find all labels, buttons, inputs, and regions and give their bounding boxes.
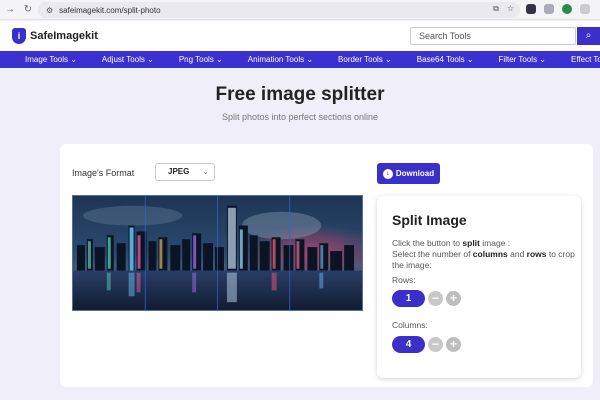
columns-minus-button[interactable]: − xyxy=(428,337,443,352)
city-skyline-image xyxy=(73,196,362,310)
instr-text: Select the number of xyxy=(392,249,473,259)
panel-instructions: Click the button to split image : Select… xyxy=(392,238,582,271)
url-text: safeimagekit.com/split-photo xyxy=(59,5,161,15)
instr-text: image : xyxy=(479,238,511,248)
nav-base64-tools[interactable]: Base64 Tools ⌄ xyxy=(417,55,474,64)
columns-value[interactable]: 4 xyxy=(392,336,425,353)
chevron-down-icon: ⌄ xyxy=(202,167,209,176)
rows-minus-button[interactable]: − xyxy=(428,291,443,306)
download-label: Download xyxy=(395,169,435,178)
nav-png-tools[interactable]: Png Tools ⌄ xyxy=(179,55,223,64)
site-header: i SafeImagekit Search Tools ⌕ xyxy=(0,21,600,51)
logo-shield-icon: i xyxy=(12,28,26,44)
nav-effect-tools[interactable]: Effect Tools ⌄ xyxy=(571,55,600,64)
panel-title: Split Image xyxy=(392,212,467,228)
download-icon: ↓ xyxy=(382,168,393,179)
extensions-puzzle-icon[interactable] xyxy=(580,4,590,14)
instr-bold-rows: rows xyxy=(526,249,547,259)
instr-bold-split: split xyxy=(462,238,480,248)
page-subtitle: Split photos into perfect sections onlin… xyxy=(221,112,379,122)
format-value: JPEG xyxy=(168,167,190,176)
columns-plus-button[interactable]: + xyxy=(446,337,461,352)
columns-label: Columns: xyxy=(392,320,428,330)
split-panel: Split Image Click the button to split im… xyxy=(377,196,581,378)
forward-icon[interactable]: → xyxy=(4,4,16,15)
logo-text: SafeImagekit xyxy=(30,30,98,42)
extension-icon-2[interactable] xyxy=(544,4,554,14)
instr-text: Click the button to xyxy=(392,238,463,248)
main-nav: Image Tools ⌄ Adjust Tools ⌄ Png Tools ⌄… xyxy=(0,51,600,68)
nav-border-tools[interactable]: Border Tools ⌄ xyxy=(338,55,392,64)
site-info-icon[interactable]: ⚙ xyxy=(46,6,53,15)
nav-animation-tools[interactable]: Animation Tools ⌄ xyxy=(248,55,313,64)
address-bar[interactable]: ⚙ safeimagekit.com/split-photo ⧉ ☆ xyxy=(38,2,520,18)
image-preview[interactable] xyxy=(72,195,363,311)
rows-plus-button[interactable]: + xyxy=(446,291,461,306)
tool-card: Image's Format JPEG ⌄ ↓ Download Split I… xyxy=(60,144,593,387)
rows-label: Rows: xyxy=(392,275,416,285)
columns-stepper: 4 − + xyxy=(392,336,461,353)
rows-value[interactable]: 1 xyxy=(392,290,425,307)
extension-icon-1[interactable] xyxy=(526,4,536,14)
search-icon: ⌕ xyxy=(585,30,592,41)
search-button[interactable]: ⌕ xyxy=(577,27,600,45)
extension-icon-3[interactable] xyxy=(562,4,572,14)
instr-text: and xyxy=(507,249,527,259)
download-button[interactable]: ↓ Download xyxy=(377,163,440,184)
nav-adjust-tools[interactable]: Adjust Tools ⌄ xyxy=(102,55,154,64)
install-icon[interactable]: ⧉ xyxy=(493,4,499,14)
nav-image-tools[interactable]: Image Tools ⌄ xyxy=(25,55,77,64)
browser-toolbar: → ↻ ⚙ safeimagekit.com/split-photo ⧉ ☆ xyxy=(0,0,600,20)
site-logo[interactable]: i SafeImagekit xyxy=(12,28,98,44)
search-input[interactable]: Search Tools xyxy=(410,27,576,45)
nav-filter-tools[interactable]: Filter Tools ⌄ xyxy=(499,55,546,64)
rows-stepper: 1 − + xyxy=(392,290,461,307)
format-label: Image's Format xyxy=(72,168,135,178)
page-title: Free image splitter xyxy=(215,84,385,105)
bookmark-star-icon[interactable]: ☆ xyxy=(507,4,514,14)
format-select[interactable]: JPEG ⌄ xyxy=(155,163,215,181)
reload-icon[interactable]: ↻ xyxy=(22,4,34,15)
instr-bold-columns: columns xyxy=(472,249,508,259)
